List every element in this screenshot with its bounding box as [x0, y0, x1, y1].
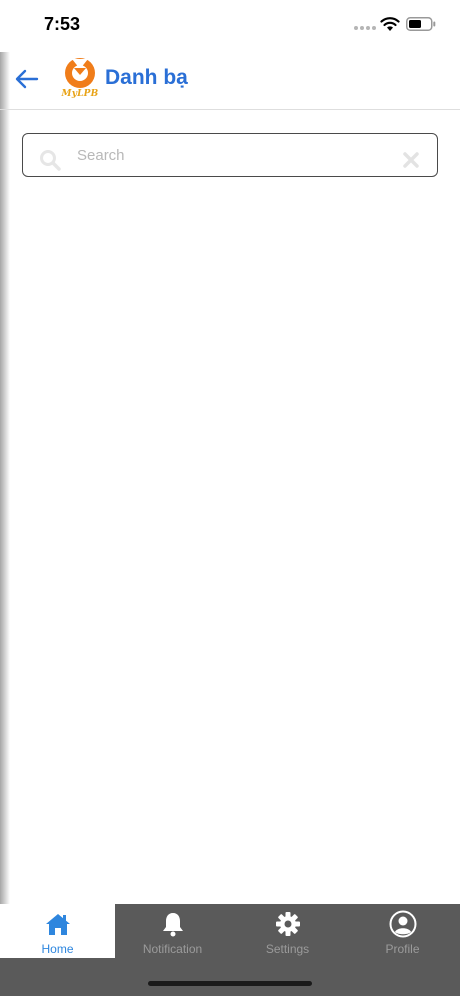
status-time: 7:53 — [44, 14, 81, 34]
app-logo: MyLPB — [58, 56, 102, 102]
logo-mark-icon — [65, 58, 95, 88]
back-button[interactable] — [12, 64, 42, 94]
clear-icon[interactable] — [403, 152, 419, 168]
tab-label: Home — [41, 942, 74, 956]
tab-label: Profile — [385, 942, 420, 956]
home-indicator — [148, 981, 312, 986]
tab-notification[interactable]: Notification — [115, 904, 230, 958]
tab-home[interactable]: Home — [0, 904, 115, 958]
bell-icon — [162, 913, 183, 937]
tab-label: Notification — [142, 942, 203, 956]
tab-label: Settings — [265, 942, 310, 956]
logo-text: MyLPB — [61, 89, 99, 99]
home-icon — [45, 914, 70, 935]
tab-bar: Home Notification Settings Profile — [0, 904, 460, 958]
edge-shadow — [0, 52, 10, 904]
search-input[interactable] — [77, 140, 387, 170]
wifi-icon — [380, 17, 400, 31]
battery-icon — [406, 17, 436, 31]
status-bar: 7:53 — [0, 0, 460, 52]
header: MyLPB Danh bạ — [0, 52, 460, 110]
tab-settings[interactable]: Settings — [230, 904, 345, 958]
gear-icon — [275, 912, 300, 936]
user-icon — [389, 910, 416, 938]
page-title: Danh bạ — [105, 66, 188, 89]
search-box — [22, 133, 438, 177]
home-indicator-area — [0, 958, 460, 996]
search-icon — [40, 150, 61, 171]
back-arrow-icon — [15, 69, 39, 89]
signal-icon — [354, 26, 376, 30]
tab-profile[interactable]: Profile — [345, 904, 460, 958]
